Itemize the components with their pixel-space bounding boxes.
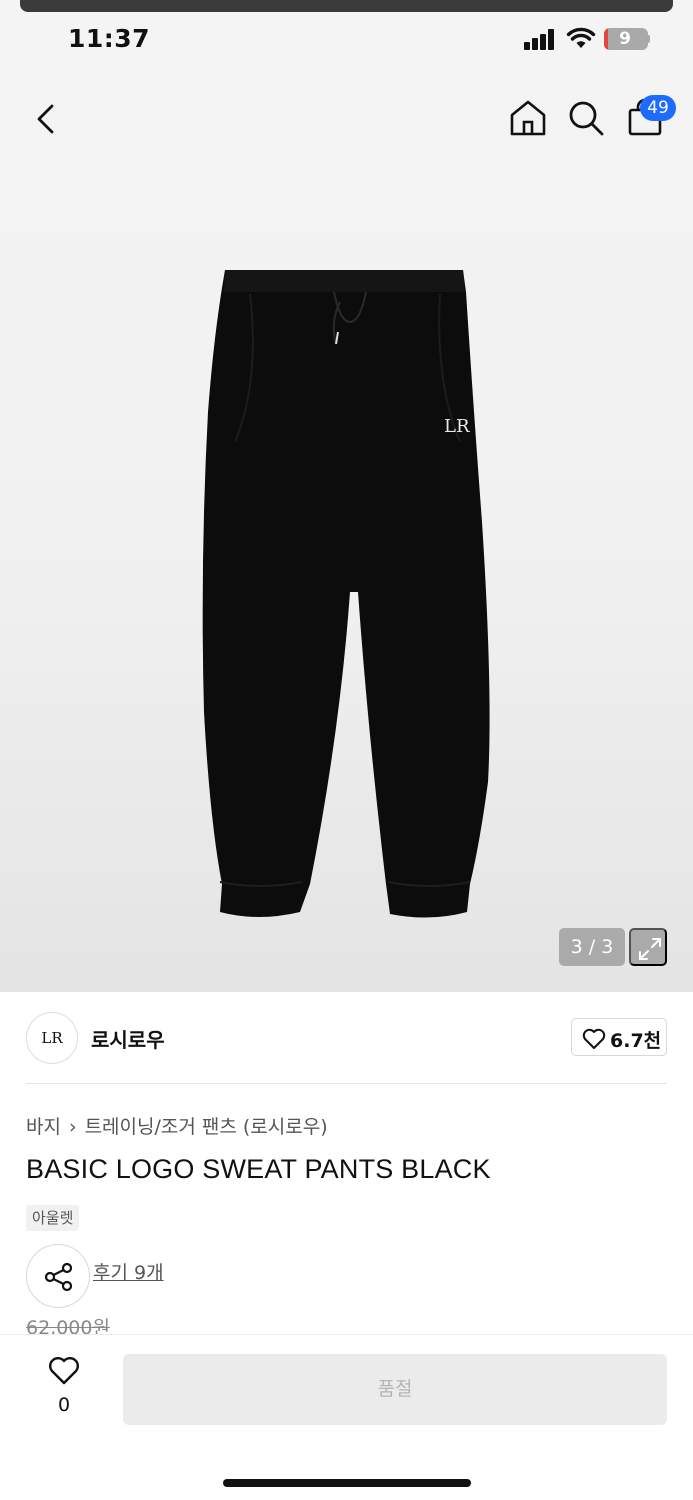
expand-icon xyxy=(639,938,661,960)
battery-level: 9 xyxy=(619,29,631,49)
brand-row[interactable]: LR 로시로우 6.7천 xyxy=(26,1012,667,1064)
cart-count-badge: 49 xyxy=(640,95,676,121)
signal-icon xyxy=(524,28,558,50)
image-counter: 3 / 3 xyxy=(559,928,625,966)
expand-button[interactable] xyxy=(629,928,667,966)
breadcrumb-category[interactable]: 바지 xyxy=(26,1116,61,1138)
status-bar: 11:37 9 xyxy=(0,0,693,80)
outlet-tag: 아울렛 xyxy=(26,1205,80,1231)
chevron-right-icon: › xyxy=(68,1116,77,1138)
home-indicator xyxy=(223,1479,471,1487)
product-title: BASIC LOGO SWEAT PANTS BLACK xyxy=(26,1154,491,1184)
heart-icon xyxy=(49,1357,79,1385)
battery-tip xyxy=(647,35,650,43)
share-icon xyxy=(44,1262,73,1292)
brand-name[interactable]: 로시로우 xyxy=(91,1024,165,1053)
product-image[interactable]: LR xyxy=(190,262,510,930)
review-link[interactable]: 후기 9개 xyxy=(93,1258,164,1285)
search-icon xyxy=(569,101,604,136)
wifi-icon xyxy=(566,27,596,48)
heart-icon xyxy=(582,1028,606,1049)
home-button[interactable] xyxy=(508,98,548,138)
divider xyxy=(26,1083,667,1084)
wishlist-button[interactable]: 0 xyxy=(40,1356,88,1422)
status-time: 11:37 xyxy=(68,24,151,53)
logo-mark: LR xyxy=(444,416,470,437)
chevron-left-icon xyxy=(37,104,54,134)
brand-like-button[interactable]: 6.7천 xyxy=(571,1018,667,1056)
brand-logo[interactable]: LR xyxy=(26,1012,78,1064)
back-button[interactable] xyxy=(28,98,64,140)
brand-like-count: 6.7천 xyxy=(610,1030,662,1052)
sold-out-button[interactable]: 품절 xyxy=(123,1354,667,1425)
breadcrumb: 바지 › 트레이닝/조거 팬츠 (로시로우) xyxy=(26,1112,328,1139)
share-button[interactable] xyxy=(26,1244,90,1308)
battery-icon: 9 xyxy=(604,28,648,50)
search-button[interactable] xyxy=(566,98,606,138)
breadcrumb-subcategory[interactable]: 트레이닝/조거 팬츠 (로시로우) xyxy=(85,1116,328,1138)
browser-top-edge xyxy=(20,0,673,12)
home-icon xyxy=(510,100,546,136)
wishlist-count: 0 xyxy=(57,1394,71,1416)
